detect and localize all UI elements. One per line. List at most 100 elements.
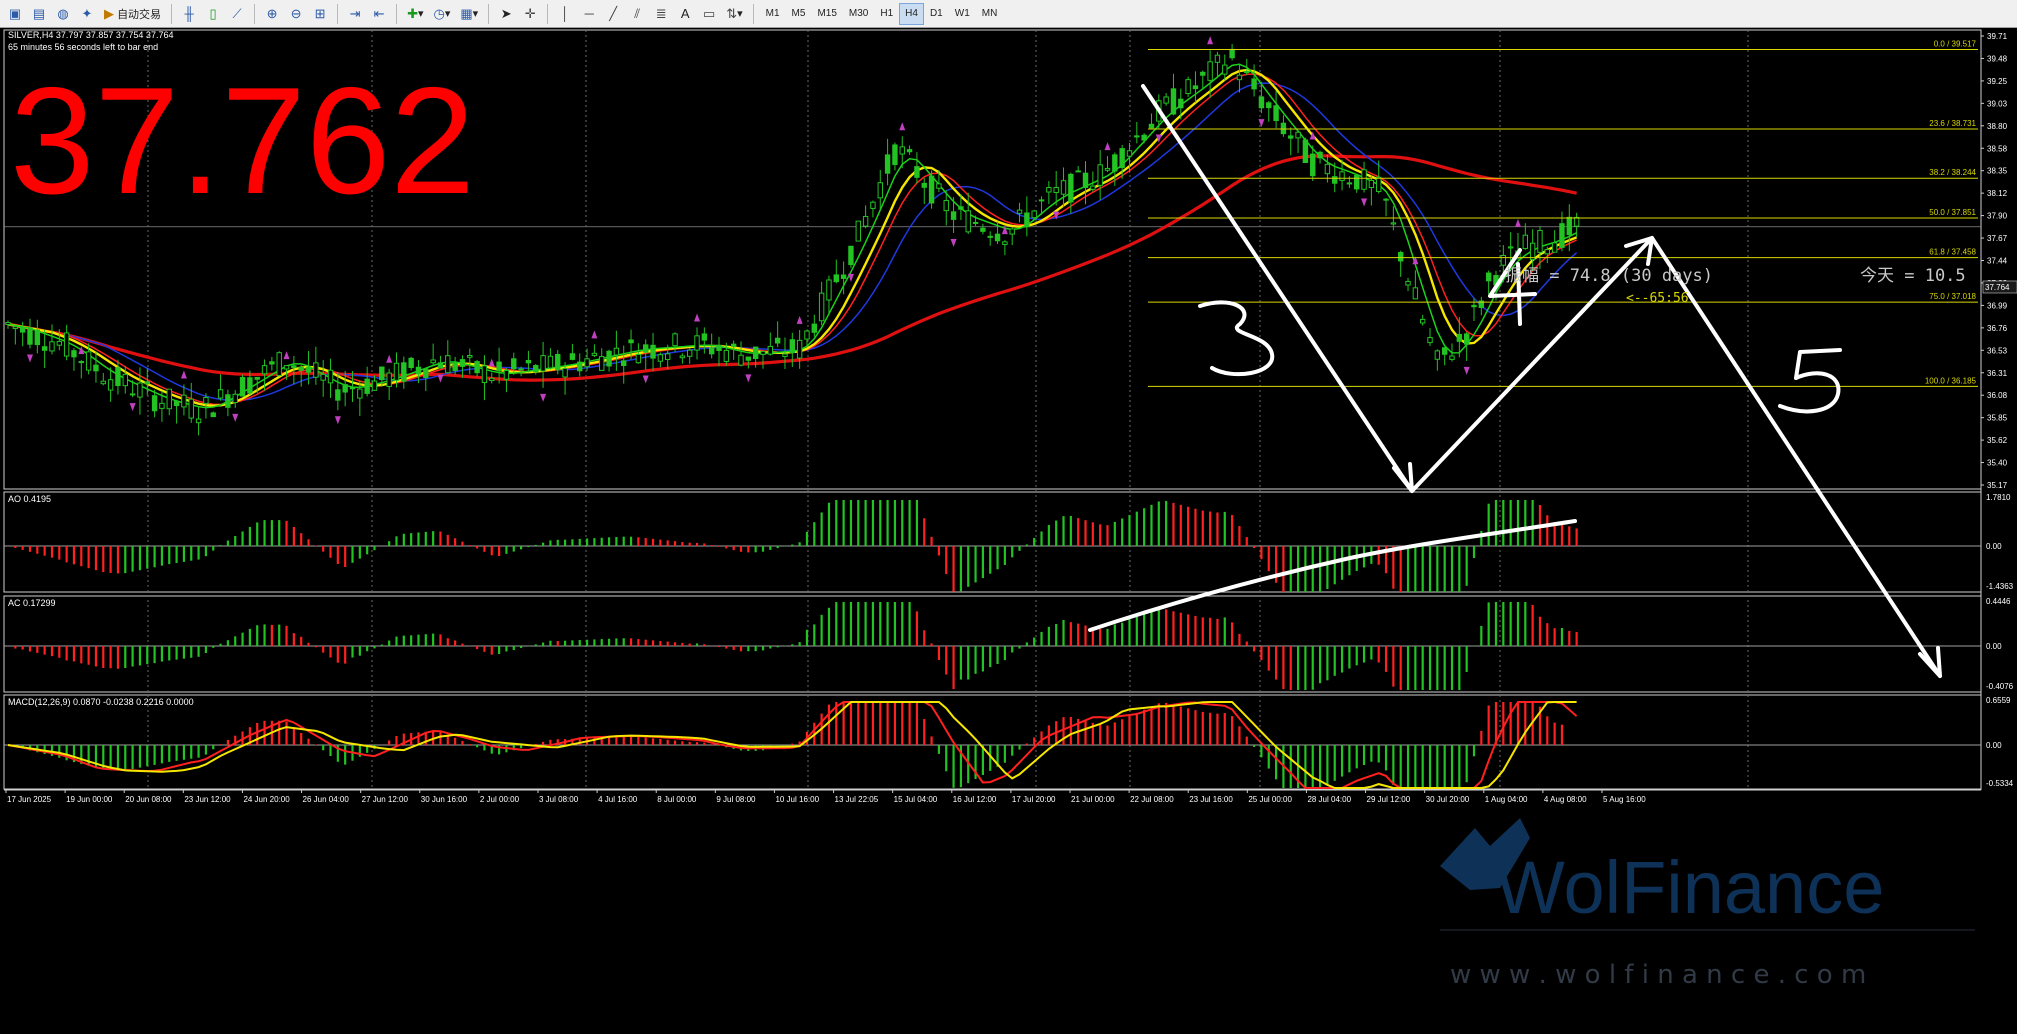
chart-shift-button[interactable]: ⇤ — [368, 3, 390, 25]
chart-canvas[interactable]: 0.0 / 39.51723.6 / 38.73138.2 / 38.24450… — [0, 28, 2017, 1034]
timeframe-m5-button[interactable]: M5 — [786, 3, 812, 25]
label-button[interactable]: ▭ — [698, 3, 720, 25]
zoom-in-button[interactable]: ⊕ — [261, 3, 283, 25]
timeframe-h4-button[interactable]: H4 — [899, 2, 924, 25]
candle — [1024, 196, 1030, 237]
candle — [980, 223, 986, 235]
new-chart-button[interactable]: ▣ — [4, 3, 26, 25]
candle — [547, 348, 554, 370]
periods-button[interactable]: ◷ ▾ — [430, 3, 455, 25]
tile-windows-button[interactable]: ⊞ — [309, 3, 331, 25]
fib-level-label: 0.0 / 39.517 — [1934, 40, 1977, 49]
time-axis-label: 1 Aug 04:00 — [1485, 795, 1528, 804]
candle — [928, 170, 935, 209]
time-axis-label: 28 Jul 04:00 — [1307, 795, 1351, 804]
candle — [1060, 167, 1067, 208]
navigator-button[interactable]: ✦ — [76, 3, 98, 25]
wave-label-3: 3 — [1205, 362, 1206, 364]
arrows-button[interactable]: ⇅ ▾ — [722, 3, 746, 25]
candle — [1427, 328, 1433, 347]
candle — [694, 327, 700, 360]
candle — [269, 356, 275, 371]
candle — [1214, 51, 1221, 77]
cursor-button[interactable]: ➤ — [495, 3, 517, 25]
price-axis-tick: 38.58 — [1987, 144, 2008, 153]
fractal-marker — [642, 375, 649, 384]
market-watch-button[interactable]: ◍ — [52, 3, 74, 25]
today-annotation: 今天 = 10.5 — [1860, 266, 1966, 286]
templates-button[interactable]: ▦ ▾ — [456, 3, 482, 25]
candle — [613, 330, 620, 371]
candle — [445, 340, 451, 374]
fractal-marker — [283, 351, 290, 360]
candle — [210, 411, 216, 418]
tile-icon: ⊞ — [314, 5, 326, 21]
time-axis-label: 27 Jun 12:00 — [362, 795, 409, 804]
time-axis-label: 19 Jun 00:00 — [66, 795, 113, 804]
chart-window[interactable]: 0.0 / 39.517 23.6 / 38.731 38.2 / 38.244 50… — [0, 28, 2017, 1034]
price-axis-tick: 35.17 — [1987, 481, 2008, 490]
candle — [107, 367, 114, 402]
candle — [232, 390, 238, 408]
candle — [1104, 156, 1111, 172]
timeframe-m15-button[interactable]: M15 — [811, 3, 842, 25]
candle — [760, 350, 766, 369]
indicators-button[interactable]: ✚ ▾ — [403, 3, 427, 25]
line-chart-button[interactable]: ⟋ — [226, 3, 248, 25]
candle — [430, 343, 436, 365]
fractal-marker — [899, 122, 906, 131]
time-axis-label: 9 Jul 08:00 — [716, 795, 756, 804]
candle — [621, 345, 627, 384]
candle — [173, 399, 180, 424]
bar-chart-button[interactable]: ╫ — [178, 3, 200, 25]
candle — [1251, 64, 1257, 97]
fibonacci-button[interactable]: ≣ — [650, 3, 672, 25]
candle — [1398, 250, 1404, 277]
fractal-marker — [591, 330, 598, 339]
candle — [818, 281, 825, 326]
candle — [34, 319, 41, 354]
time-axis-label: 21 Jul 00:00 — [1071, 795, 1115, 804]
price-axis-tick: 36.76 — [1987, 324, 2008, 333]
candle — [1485, 270, 1492, 295]
vertical-line-button[interactable]: │ — [554, 3, 576, 25]
timeframe-w1-button[interactable]: W1 — [949, 3, 976, 25]
candle — [100, 373, 106, 386]
macd-label: MACD(12,26,9) 0.0870 -0.0238 0.2216 0.00… — [8, 697, 194, 707]
timeframe-mn-button[interactable]: MN — [976, 3, 1004, 25]
new-chart-icon: ▣ — [8, 5, 22, 21]
time-axis[interactable]: 17 Jun 2025 19 Jun 00:00 20 Jun 08:00 23 Ju… — [5, 790, 1646, 804]
fractal-marker — [1514, 218, 1521, 227]
candle — [1266, 101, 1272, 122]
time-axis-label: 23 Jul 16:00 — [1189, 795, 1233, 804]
timeframe-group: M1 M5 M15 M30 H1 H4 D1 W1 MN — [760, 2, 1004, 25]
candle — [686, 348, 693, 364]
candle — [78, 360, 84, 379]
crosshair-button[interactable]: ✛ — [519, 3, 541, 25]
timeframe-d1-button[interactable]: D1 — [924, 3, 949, 25]
horizontal-line-button[interactable]: ─ — [578, 3, 600, 25]
auto-scroll-icon: ⇥ — [349, 5, 361, 21]
bar-chart-icon: ╫ — [184, 6, 194, 21]
wave-arrow-down-2 — [1650, 236, 1942, 678]
timeframe-m30-button[interactable]: M30 — [843, 3, 874, 25]
price-axis-tick: 39.25 — [1987, 77, 2008, 86]
profiles-button[interactable]: ▤ — [28, 3, 50, 25]
fractal-marker — [232, 413, 239, 422]
channel-button[interactable]: ⫽ — [626, 3, 648, 25]
autotrade-button[interactable]: ▶ 自动交易 — [100, 3, 165, 25]
candle — [1302, 137, 1309, 164]
zoom-out-button[interactable]: ⊖ — [285, 3, 307, 25]
fractal-marker — [180, 370, 187, 379]
auto-scroll-button[interactable]: ⇥ — [344, 3, 366, 25]
timeframe-m1-button[interactable]: M1 — [760, 3, 786, 25]
candle — [1134, 121, 1140, 144]
arrows-icon: ⇅ — [726, 5, 738, 21]
fractal-marker — [1361, 198, 1368, 207]
text-button[interactable]: A — [674, 3, 696, 25]
trendline-button[interactable]: ╱ — [602, 3, 624, 25]
candle-chart-button[interactable]: ▯ — [202, 3, 224, 25]
amplitude-annotation: 振幅 = 74.8 (30 days) — [1505, 266, 1713, 286]
timeframe-h1-button[interactable]: H1 — [874, 3, 899, 25]
price-axis[interactable]: 39.71 39.48 39.25 39.03 38.80 38.58 38.35 38.12… — [1981, 32, 2008, 490]
